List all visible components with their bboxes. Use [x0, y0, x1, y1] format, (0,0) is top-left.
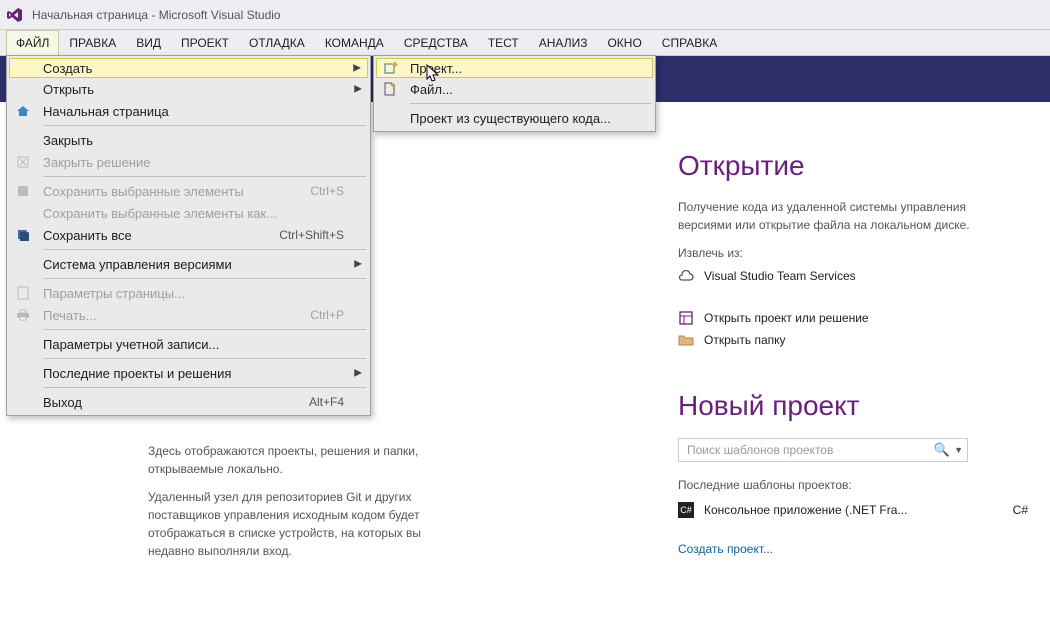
csharp-icon: C#	[678, 502, 694, 518]
submenu-arrow-icon: ▶	[353, 63, 361, 74]
solution-icon	[678, 310, 694, 326]
new-file-icon	[376, 78, 404, 100]
open-heading: Открытие	[678, 150, 1028, 182]
submenu-arrow-icon: ▶	[354, 84, 362, 95]
template-lang: C#	[1013, 503, 1028, 517]
open-folder-label: Открыть папку	[704, 333, 786, 347]
file-print: Печать... Ctrl+P	[9, 304, 368, 326]
home-icon	[9, 100, 37, 122]
file-exit[interactable]: Выход Alt+F4	[9, 391, 368, 413]
menu-tools[interactable]: СРЕДСТВА	[394, 30, 478, 55]
save-all-icon	[9, 224, 37, 246]
menu-view[interactable]: ВИД	[126, 30, 171, 55]
template-search-placeholder: Поиск шаблонов проектов	[687, 443, 833, 457]
new-project-icon	[377, 59, 404, 77]
open-project[interactable]: Открыть проект или решение	[678, 310, 1028, 326]
submenu-arrow-icon: ▶	[354, 259, 362, 270]
page-setup-icon	[9, 282, 37, 304]
menu-file[interactable]: ФАЙЛ	[6, 30, 59, 55]
menubar: ФАЙЛ ПРАВКА ВИД ПРОЕКТ ОТЛАДКА КОМАНДА С…	[0, 30, 1050, 56]
save-icon	[9, 180, 37, 202]
search-icon: 🔍	[934, 442, 950, 458]
menu-edit[interactable]: ПРАВКА	[59, 30, 126, 55]
dropdown-icon: ▼	[954, 445, 963, 455]
file-save-selected-as: Сохранить выбранные элементы как...	[9, 202, 368, 224]
file-create[interactable]: Создать ▶	[9, 58, 368, 78]
extract-label: Извлечь из:	[678, 244, 1028, 262]
blank-icon	[10, 59, 37, 77]
print-icon	[9, 304, 37, 326]
open-vsts-label: Visual Studio Team Services	[704, 269, 856, 283]
titlebar: Начальная страница - Microsoft Visual St…	[0, 0, 1050, 30]
open-project-label: Открыть проект или решение	[704, 311, 869, 325]
file-save-all[interactable]: Сохранить все Ctrl+Shift+S	[9, 224, 368, 246]
create-from-existing[interactable]: Проект из существующего кода...	[376, 107, 653, 129]
open-desc: Получение кода из удаленной системы упра…	[678, 198, 1008, 234]
recent-templates-label: Последние шаблоны проектов:	[678, 476, 1028, 494]
file-recent[interactable]: Последние проекты и решения ▶	[9, 362, 368, 384]
menu-test[interactable]: ТЕСТ	[478, 30, 529, 55]
template-search[interactable]: Поиск шаблонов проектов 🔍 ▼	[678, 438, 968, 462]
newproject-heading: Новый проект	[678, 390, 1028, 422]
open-folder[interactable]: Открыть папку	[678, 332, 1028, 348]
submenu-arrow-icon: ▶	[354, 368, 362, 379]
menu-help[interactable]: СПРАВКА	[652, 30, 728, 55]
window-title: Начальная страница - Microsoft Visual St…	[32, 8, 281, 22]
file-dropdown: Создать ▶ Открыть ▶ Начальная страница З…	[6, 55, 371, 416]
recent-desc-2: Удаленный узел для репозиториев Git и др…	[148, 488, 468, 560]
create-file[interactable]: Файл...	[376, 78, 653, 100]
open-vsts[interactable]: Visual Studio Team Services	[678, 268, 1028, 284]
file-open[interactable]: Открыть ▶	[9, 78, 368, 100]
file-account-params[interactable]: Параметры учетной записи...	[9, 333, 368, 355]
folder-icon	[678, 332, 694, 348]
template-row[interactable]: C# Консольное приложение (.NET Fra... C#	[678, 502, 1028, 518]
file-page-params: Параметры страницы...	[9, 282, 368, 304]
recent-desc-1: Здесь отображаются проекты, решения и па…	[148, 442, 458, 478]
menu-analyze[interactable]: АНАЛИЗ	[529, 30, 598, 55]
vs-logo-icon	[6, 6, 24, 24]
menu-window[interactable]: ОКНО	[597, 30, 651, 55]
menu-debug[interactable]: ОТЛАДКА	[239, 30, 315, 55]
file-save-selected: Сохранить выбранные элементы Ctrl+S	[9, 180, 368, 202]
menu-project[interactable]: ПРОЕКТ	[171, 30, 239, 55]
close-solution-icon	[9, 151, 37, 173]
create-submenu: Проект... Файл... Проект из существующег…	[373, 55, 656, 132]
file-scm[interactable]: Система управления версиями ▶	[9, 253, 368, 275]
menu-team[interactable]: КОМАНДА	[315, 30, 394, 55]
file-startpage[interactable]: Начальная страница	[9, 100, 368, 122]
cloud-icon	[678, 268, 694, 284]
create-project[interactable]: Проект...	[376, 58, 653, 78]
file-close-solution: Закрыть решение	[9, 151, 368, 173]
file-close[interactable]: Закрыть	[9, 129, 368, 151]
create-project-link[interactable]: Создать проект...	[678, 542, 1028, 556]
template-name: Консольное приложение (.NET Fra...	[704, 503, 907, 517]
